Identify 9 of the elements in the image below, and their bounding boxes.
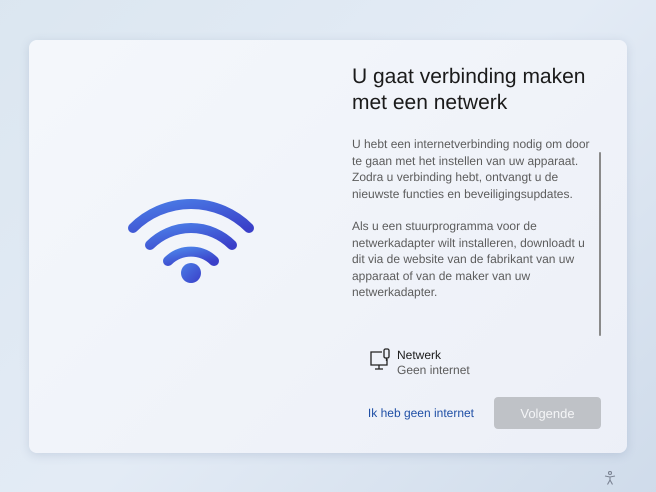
scrollbar[interactable] xyxy=(599,152,601,336)
description-text: U hebt een internetverbinding nodig om door te gaan met het instellen van uw apparaat. Zodra u verbinding hebt, ontvangt u de nieuwste functies en beveiligingsupdates. xyxy=(352,136,590,202)
network-computer-icon xyxy=(369,348,391,372)
dialog-title: U gaat verbinding maken met een netwerk xyxy=(352,64,586,116)
accessibility-icon[interactable] xyxy=(604,471,616,485)
description-text: Als u een stuurprogramma voor de netwerkadapter wilt installeren, downloadt u dit via de website van de fabrikant van uw apparaat of van de maker van uw netwerkadapter. xyxy=(352,218,586,300)
no-internet-link[interactable]: Ik heb geen internet xyxy=(368,406,474,420)
network-status: Geen internet xyxy=(397,363,470,378)
network-name: Netwerk xyxy=(397,348,442,363)
